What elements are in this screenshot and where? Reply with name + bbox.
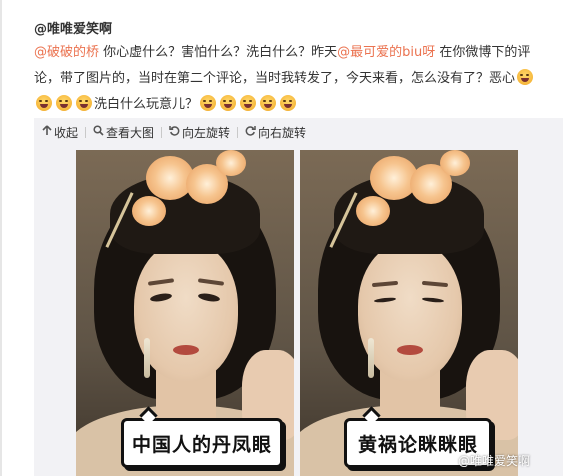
vomit-emoji-icon [36,95,52,111]
post-author[interactable]: @唯唯爱笑啊 [34,18,112,37]
rotate-right-label: 向右旋转 [258,125,307,140]
collapse-button[interactable]: 收起 [42,124,78,141]
hair-flower [216,150,246,176]
post-text: 你心虚什么？害怕什么？洗白什么？昨天 [99,45,338,60]
hair-flower [440,150,470,176]
search-icon [93,125,104,139]
rotate-right-icon [245,125,256,139]
image-watermark: @唯唯爱笑啊 [458,454,531,468]
rotate-right-button[interactable]: 向右旋转 [245,124,306,141]
post-image[interactable]: 中国人的丹凤眼 黄祸论眯眯眼 [76,150,518,476]
vomit-emoji-icon [517,69,534,85]
collapse-label: 收起 [54,125,79,140]
rotate-left-icon [169,125,180,139]
mention-link[interactable]: @破破的桥 [34,45,99,60]
hair-flower [132,196,166,226]
portrait-right: 黄祸论眯眯眼 [300,150,518,476]
hair-flower [356,196,390,226]
caption-bubble-left: 中国人的丹凤眼 [121,418,283,468]
rotate-left-button[interactable]: 向左旋转 [169,124,230,141]
portrait-left: 中国人的丹凤眼 [76,150,294,476]
image-toolbar: 收起 查看大图 向左旋转 向右旋转 [42,122,306,142]
toolbar-divider [161,126,163,138]
vomit-emoji-icon [56,95,72,111]
toolbar-divider [237,126,239,138]
mention-link[interactable]: @最可爱的biu呀 [337,45,435,60]
view-large-button[interactable]: 查看大图 [93,124,154,141]
collapse-icon [42,125,52,139]
vomit-emoji-icon [76,95,92,111]
vomit-emoji-icon [200,95,217,111]
view-large-label: 查看大图 [106,125,155,140]
post-text: 洗白什么玩意儿？ [94,97,199,112]
left-border [0,0,2,476]
toolbar-divider [85,126,87,138]
vomit-emoji-icon [280,95,297,111]
vomit-emoji-icon [260,95,277,111]
media-expanded-box: 收起 查看大图 向左旋转 向右旋转 中国人的丹凤眼 黄祸论眯眯眼 [34,118,563,476]
vomit-emoji-icon [240,95,257,111]
post-content: @破破的桥 你心虚什么？害怕什么？洗白什么？昨天@最可爱的biu呀 在你微博下的… [34,40,554,118]
rotate-left-label: 向左旋转 [182,125,231,140]
vomit-emoji-icon [220,95,237,111]
weibo-post: @唯唯爱笑啊 @破破的桥 你心虚什么？害怕什么？洗白什么？昨天@最可爱的biu呀… [34,0,563,476]
